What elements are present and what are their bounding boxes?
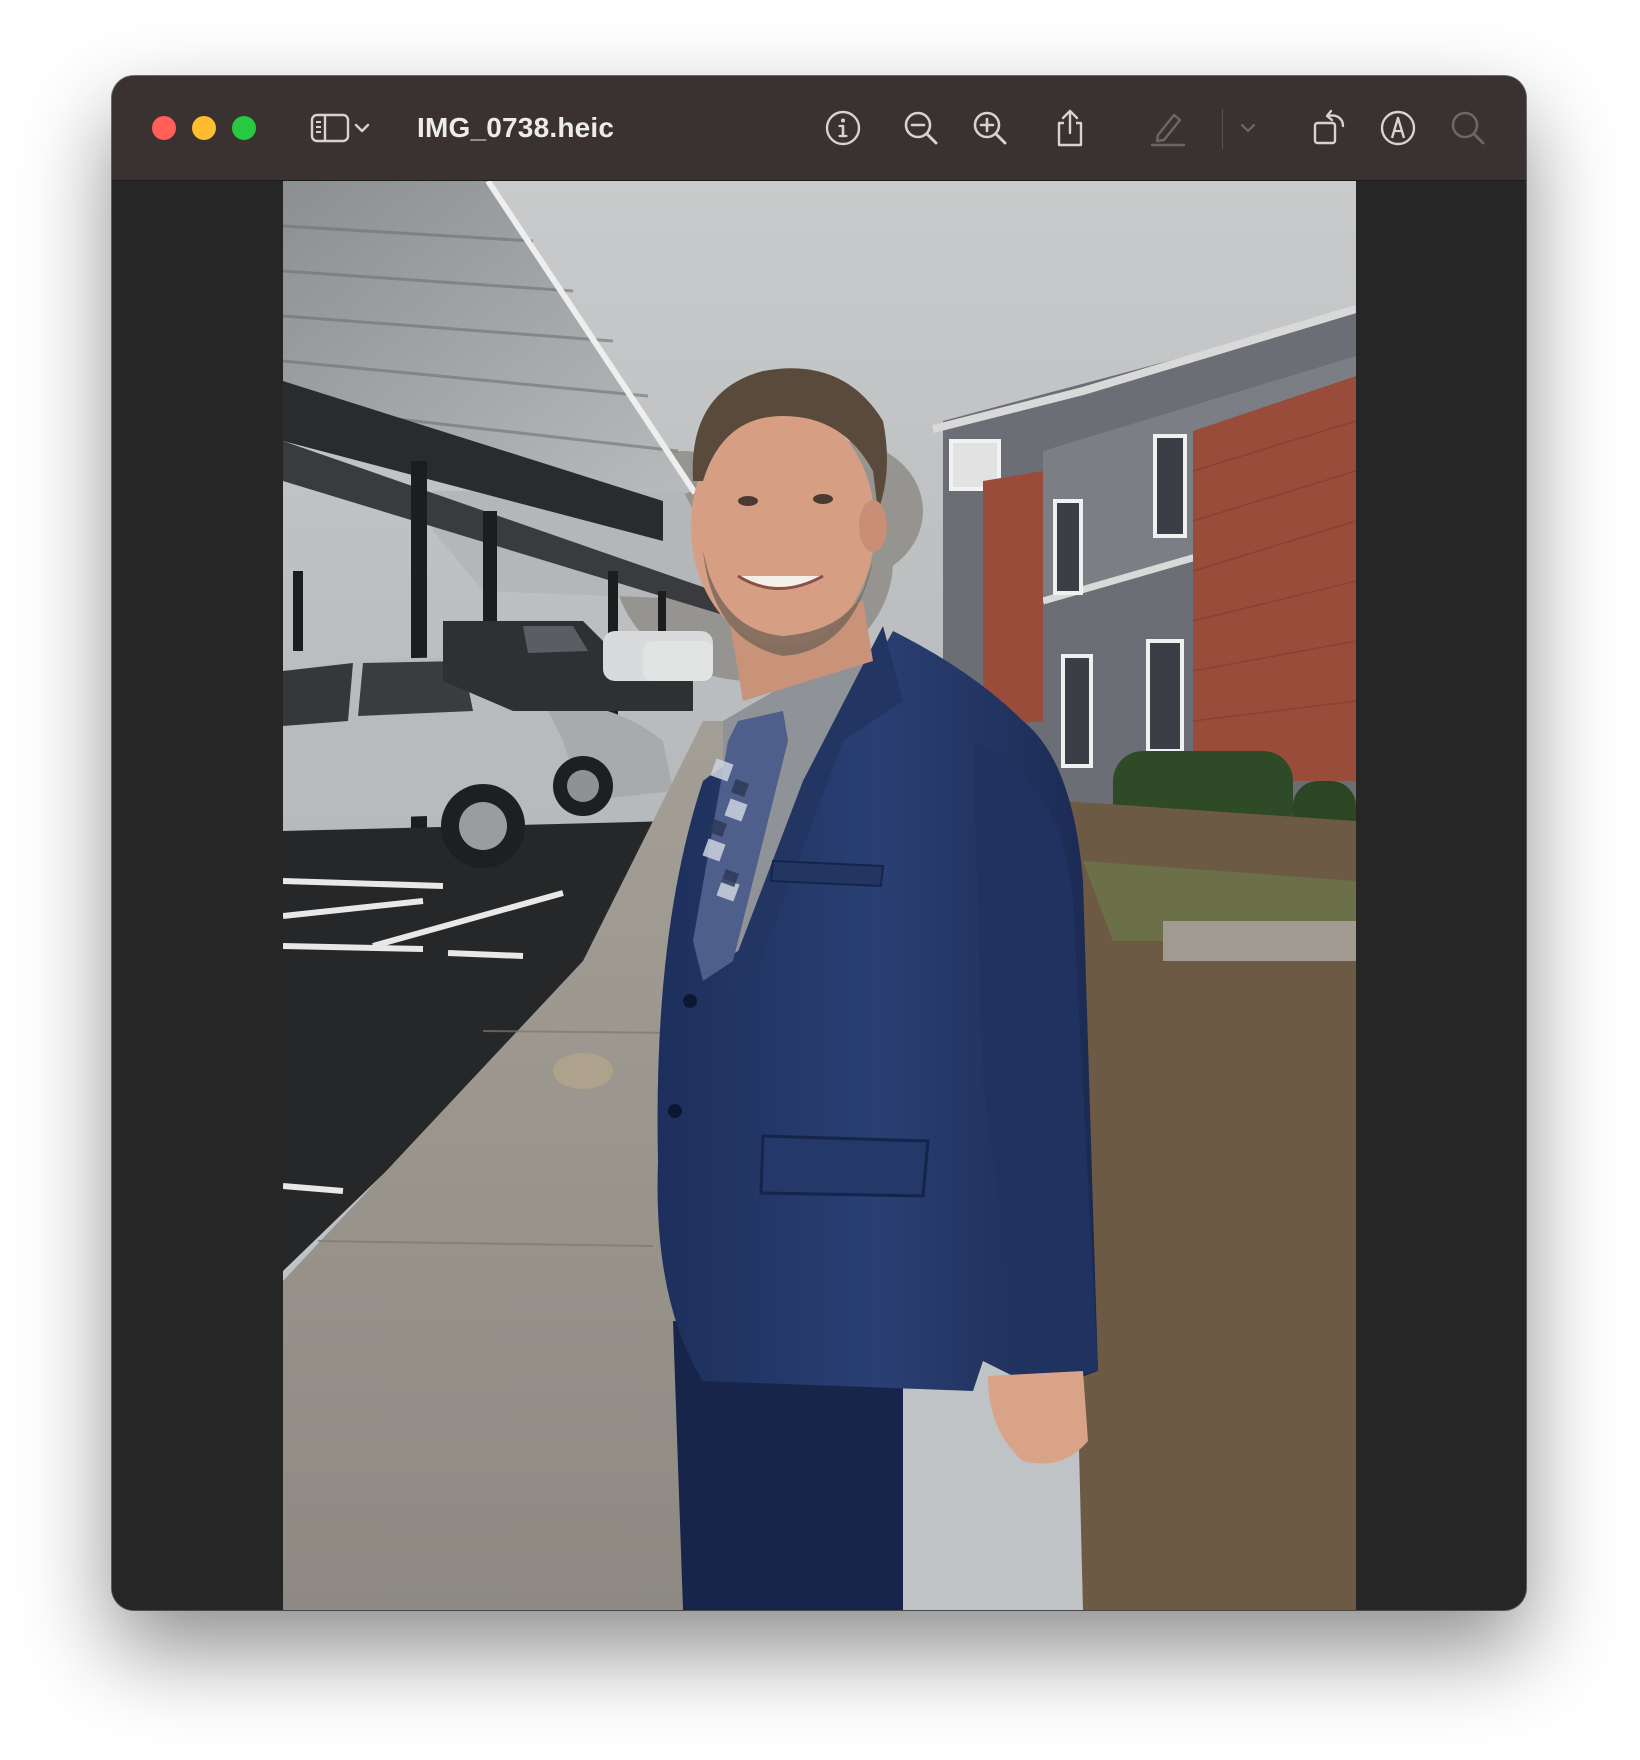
sidebar-toggle-button[interactable] xyxy=(308,106,352,150)
highlight-menu-button[interactable] xyxy=(1236,106,1260,150)
sidebar-icon xyxy=(310,112,350,144)
image-viewport[interactable] xyxy=(112,181,1526,1610)
chevron-down-icon xyxy=(353,122,371,134)
highlight-pen-icon xyxy=(1148,109,1188,147)
zoom-button[interactable] xyxy=(232,116,256,140)
markup-button[interactable] xyxy=(1376,106,1420,150)
rotate-icon xyxy=(1310,108,1350,148)
rotate-button[interactable] xyxy=(1308,106,1352,150)
window-title: IMG_0738.heic xyxy=(417,112,615,143)
info-icon xyxy=(824,109,862,147)
toolbar-divider xyxy=(1222,109,1223,149)
search-button[interactable] xyxy=(1446,106,1490,150)
chevron-down-icon xyxy=(1239,122,1257,134)
search-icon xyxy=(1449,109,1487,147)
minimize-button[interactable] xyxy=(192,116,216,140)
zoom-out-icon xyxy=(902,109,940,147)
share-button[interactable] xyxy=(1048,106,1092,150)
photo-image xyxy=(283,181,1356,1610)
zoom-in-button[interactable] xyxy=(968,106,1012,150)
info-button[interactable] xyxy=(821,106,865,150)
sidebar-menu-button[interactable] xyxy=(350,106,374,150)
close-button[interactable] xyxy=(152,116,176,140)
share-icon xyxy=(1053,108,1087,148)
markup-icon xyxy=(1379,109,1417,147)
title-bar: IMG_0738.heic xyxy=(112,76,1526,181)
zoom-in-icon xyxy=(971,109,1009,147)
preview-window: IMG_0738.heic xyxy=(112,76,1526,1610)
zoom-out-button[interactable] xyxy=(899,106,943,150)
highlight-button[interactable] xyxy=(1146,106,1190,150)
